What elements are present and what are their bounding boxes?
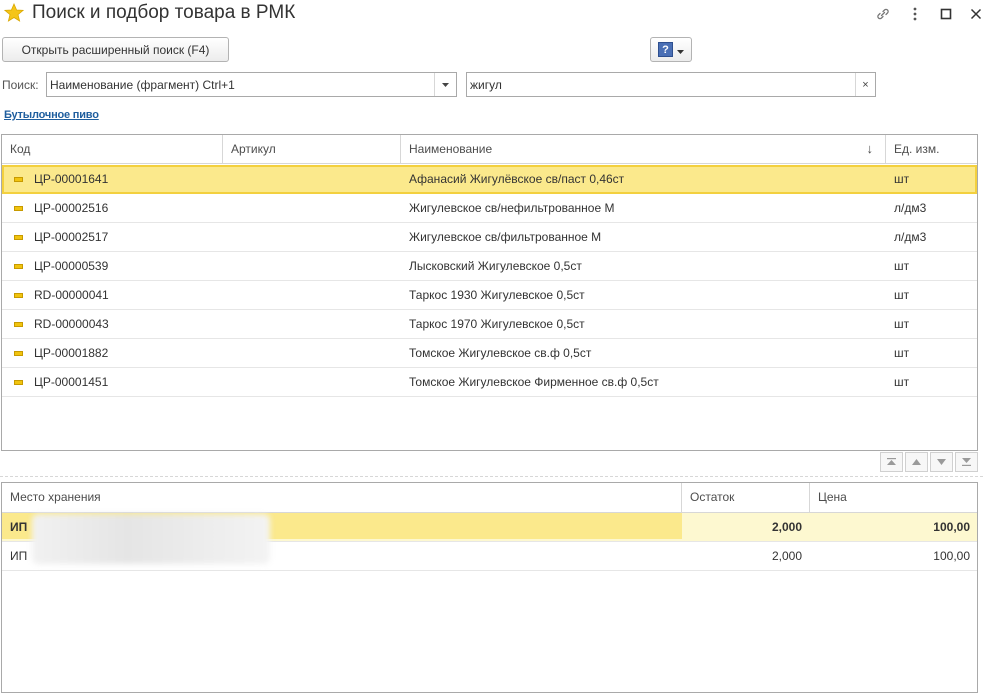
group-link[interactable]: Бутылочное пиво <box>4 109 99 121</box>
move-first-icon[interactable] <box>880 452 903 472</box>
item-icon <box>14 351 23 356</box>
table-row[interactable]: ЦР-00001451 Томское Жигулевское Фирменно… <box>2 368 977 397</box>
products-table-header: Код Артикул Наименование ↓ Ед. изм. <box>2 135 977 164</box>
move-last-icon[interactable] <box>955 452 978 472</box>
item-icon <box>14 380 23 385</box>
cell-code: RD-00000041 <box>34 288 109 302</box>
cell-code: ЦР-00002517 <box>34 230 109 244</box>
table-row[interactable]: ЦР-00002516 Жигулевское св/нефильтрованн… <box>2 194 977 223</box>
products-table: Код Артикул Наименование ↓ Ед. изм. ЦР-0… <box>1 134 978 451</box>
search-label: Поиск: <box>2 78 39 92</box>
cell-unit: л/дм3 <box>894 230 927 244</box>
column-header-code[interactable]: Код <box>2 135 223 164</box>
column-header-price-label: Цена <box>818 490 847 504</box>
cell-code: ЦР-00001451 <box>34 375 109 389</box>
cell-code: ЦР-00001641 <box>34 172 109 186</box>
search-query-value: жигул <box>470 78 502 92</box>
cell-name: Таркос 1930 Жигулевское 0,5ст <box>409 288 585 302</box>
sort-arrow-icon: ↓ <box>866 141 874 156</box>
search-mode-select[interactable]: Наименование (фрагмент) Ctrl+1 <box>46 72 457 97</box>
item-icon <box>14 177 23 182</box>
help-button[interactable]: ? <box>650 37 692 62</box>
advanced-search-label: Открыть расширенный поиск (F4) <box>21 42 210 57</box>
column-header-name-label: Наименование <box>409 142 493 156</box>
cell-article <box>223 252 239 280</box>
table-row[interactable]: RD-00000041 Таркос 1930 Жигулевское 0,5с… <box>2 281 977 310</box>
cell-article <box>223 368 239 396</box>
cell-article <box>223 194 239 222</box>
column-header-article-label: Артикул <box>231 142 276 156</box>
column-header-code-label: Код <box>10 142 31 156</box>
more-actions-icon[interactable] <box>905 4 925 24</box>
column-header-location[interactable]: Место хранения <box>2 483 682 512</box>
cell-unit: л/дм3 <box>894 201 927 215</box>
cell-code: ЦР-00002516 <box>34 201 109 215</box>
redacted-area <box>32 514 270 564</box>
advanced-search-button[interactable]: Открыть расширенный поиск (F4) <box>2 37 229 62</box>
stock-table: Место хранения Остаток Цена ИП 2,000 100… <box>1 482 978 693</box>
column-header-remainder[interactable]: Остаток <box>682 483 810 512</box>
cell-location: ИП <box>10 520 28 534</box>
cell-name: Томское Жигулевское св.ф 0,5ст <box>409 346 592 360</box>
cell-price: 100,00 <box>933 520 970 534</box>
move-up-icon[interactable] <box>905 452 928 472</box>
cell-remainder: 2,000 <box>771 520 802 534</box>
cell-unit: шт <box>894 317 910 331</box>
search-mode-value: Наименование (фрагмент) Ctrl+1 <box>50 78 235 92</box>
stock-table-header: Место хранения Остаток Цена <box>2 483 977 513</box>
title-bar: Поиск и подбор товара в РМК <box>0 0 983 30</box>
search-input[interactable]: жигул × <box>466 72 876 97</box>
cell-unit: шт <box>894 259 910 273</box>
move-down-icon[interactable] <box>930 452 953 472</box>
cell-article <box>223 281 239 309</box>
splitter[interactable] <box>0 476 983 477</box>
table-row[interactable]: ЦР-00000539 Лысковский Жигулевское 0,5ст… <box>2 252 977 281</box>
cell-unit: шт <box>894 375 910 389</box>
favorite-star-icon[interactable] <box>3 2 25 23</box>
cell-code: RD-00000043 <box>34 317 109 331</box>
cell-name: Томское Жигулевское Фирменное св.ф 0,5ст <box>409 375 659 389</box>
item-icon <box>14 235 23 240</box>
cell-article <box>223 223 239 251</box>
table-row[interactable]: ЦР-00001641 Афанасий Жигулёвское св/паст… <box>2 165 977 194</box>
chevron-down-icon[interactable] <box>434 73 456 96</box>
item-icon <box>14 322 23 327</box>
cell-article <box>223 339 239 367</box>
chevron-down-icon <box>677 43 684 57</box>
column-header-price[interactable]: Цена <box>810 483 977 512</box>
cell-unit: шт <box>894 346 910 360</box>
cell-code: ЦР-00000539 <box>34 259 109 273</box>
help-icon: ? <box>658 42 673 57</box>
close-icon[interactable] <box>966 4 983 24</box>
cell-price: 100,00 <box>933 549 970 563</box>
cell-article <box>223 165 239 193</box>
cell-name: Лысковский Жигулевское 0,5ст <box>409 259 582 273</box>
cell-remainder: 2,000 <box>771 549 802 563</box>
column-header-remainder-label: Остаток <box>690 490 735 504</box>
cell-code: ЦР-00001882 <box>34 346 109 360</box>
item-icon <box>14 293 23 298</box>
maximize-icon[interactable] <box>936 4 956 24</box>
cell-name: Жигулевское св/нефильтрованное М <box>409 201 615 215</box>
table-row[interactable]: ЦР-00001882 Томское Жигулевское св.ф 0,5… <box>2 339 977 368</box>
item-icon <box>14 206 23 211</box>
cell-name: Таркос 1970 Жигулевское 0,5ст <box>409 317 585 331</box>
table-row[interactable]: ЦР-00002517 Жигулевское св/фильтрованное… <box>2 223 977 252</box>
column-header-article[interactable]: Артикул <box>223 135 401 164</box>
cell-name: Жигулевское св/фильтрованное М <box>409 230 602 244</box>
cell-unit: шт <box>894 288 910 302</box>
clear-search-icon[interactable]: × <box>855 73 875 96</box>
window-title: Поиск и подбор товара в РМК <box>32 2 296 23</box>
cell-location: ИП <box>10 549 28 563</box>
column-header-unit-label: Ед. изм. <box>894 142 940 156</box>
column-header-name[interactable]: Наименование ↓ <box>401 135 886 164</box>
cell-unit: шт <box>894 172 910 186</box>
cell-name: Афанасий Жигулёвское св/паст 0,46ст <box>409 172 625 186</box>
cell-article <box>223 310 239 338</box>
item-icon <box>14 264 23 269</box>
column-header-location-label: Место хранения <box>10 490 101 504</box>
column-header-unit[interactable]: Ед. изм. <box>886 135 977 164</box>
link-icon[interactable] <box>873 4 893 24</box>
table-row[interactable]: RD-00000043 Таркос 1970 Жигулевское 0,5с… <box>2 310 977 339</box>
